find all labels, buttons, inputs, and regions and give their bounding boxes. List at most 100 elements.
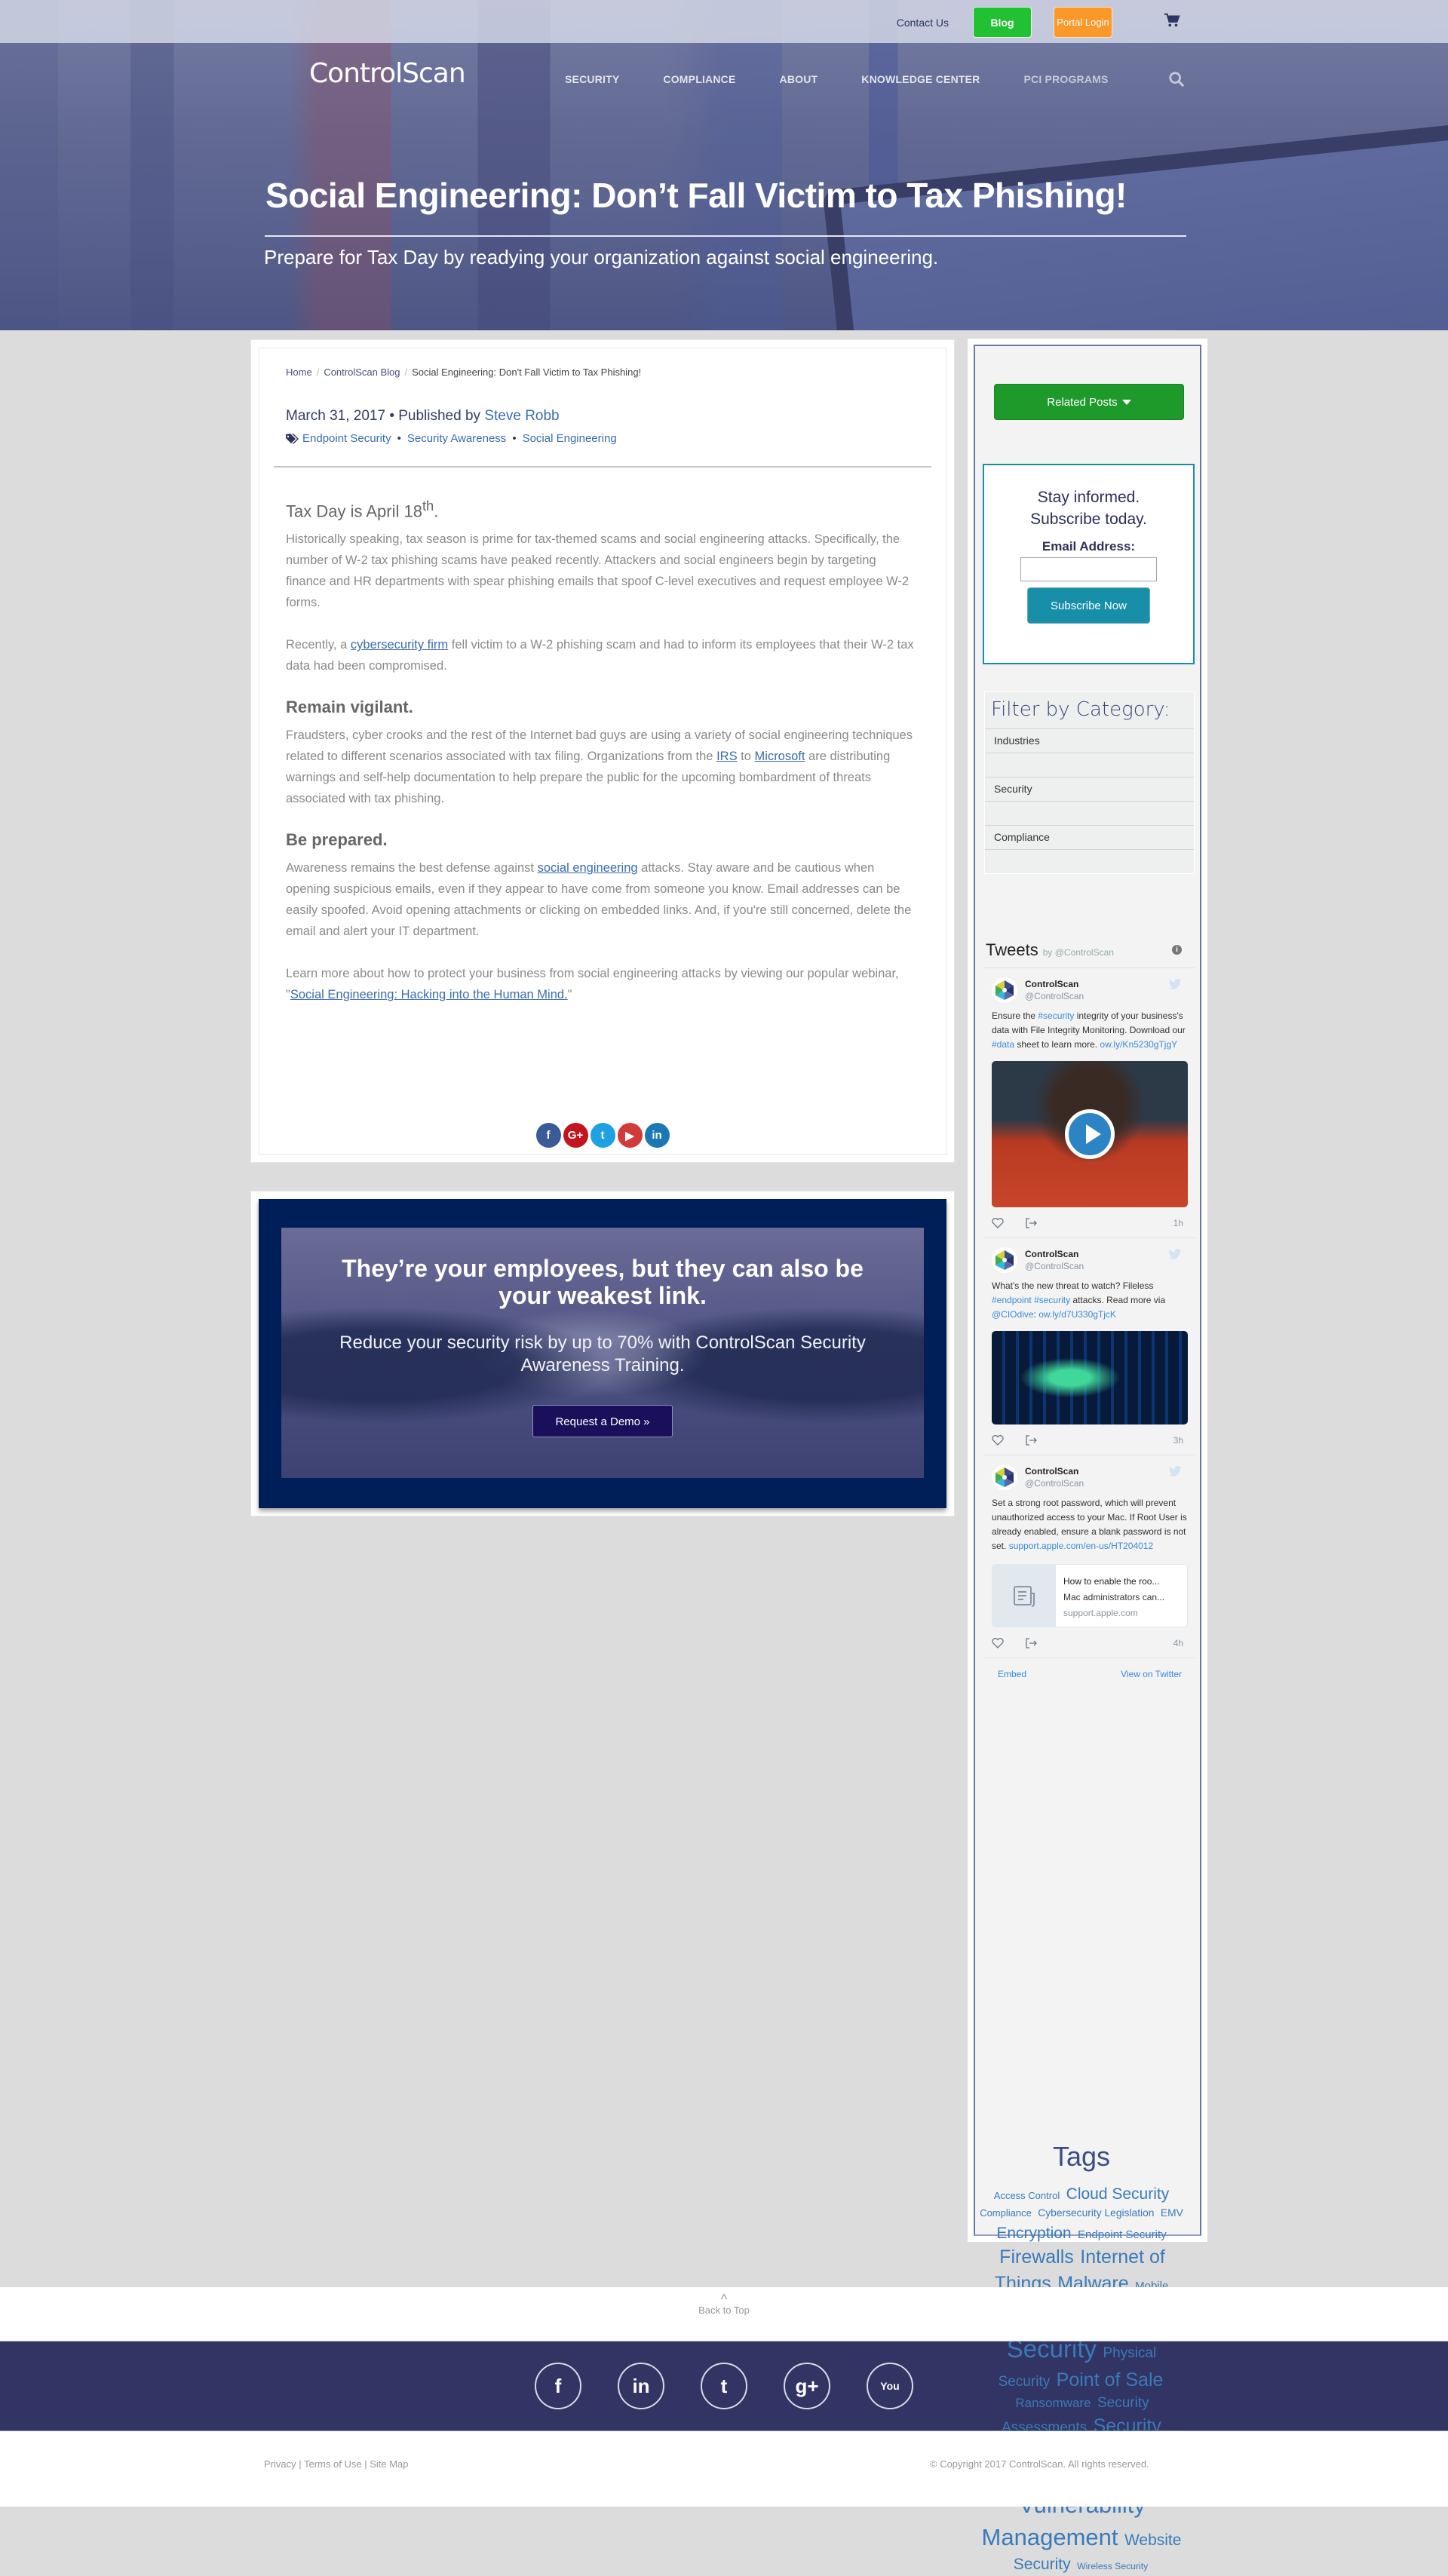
- info-icon[interactable]: i: [1172, 945, 1182, 955]
- nav-knowledge-center[interactable]: KNOWLEDGE CENTER: [861, 73, 980, 85]
- category-link[interactable]: Social Engineering: [523, 432, 617, 445]
- tweet-image-padlock[interactable]: [992, 1331, 1188, 1424]
- author-link[interactable]: Steve Robb: [484, 408, 559, 424]
- irs-link[interactable]: IRS: [716, 750, 738, 763]
- copyright: © Copyright 2017 ControlScan. All rights…: [930, 2458, 1149, 2470]
- breadcrumb-blog[interactable]: ControlScan Blog: [324, 366, 400, 378]
- nav-compliance[interactable]: COMPLIANCE: [663, 73, 735, 85]
- view-on-twitter-link[interactable]: View on Twitter: [1121, 1669, 1182, 1679]
- tag-link[interactable]: Cybersecurity Legislation: [1038, 2207, 1154, 2219]
- tweet-handle[interactable]: @ControlScan: [1025, 1261, 1084, 1271]
- avatar[interactable]: [992, 1464, 1017, 1490]
- related-posts-button[interactable]: Related Posts: [994, 384, 1184, 420]
- tweet-link[interactable]: ow.ly/Kn5230gTjgY: [1100, 1039, 1177, 1050]
- tweet-handle[interactable]: @ControlScan: [1025, 1478, 1084, 1489]
- tag-link[interactable]: Encryption: [996, 2225, 1071, 2242]
- tweet-item[interactable]: ControlScan @ControlScan Ensure the #sec…: [984, 968, 1195, 1238]
- nav-about[interactable]: ABOUT: [780, 73, 818, 85]
- tweet-link[interactable]: ow.ly/d7U330gTjcK: [1038, 1309, 1116, 1320]
- share-icon[interactable]: [1025, 1218, 1037, 1228]
- category-link[interactable]: Security Awareness: [407, 432, 506, 445]
- tag-link[interactable]: Access Control: [994, 2190, 1060, 2201]
- tweet-link[interactable]: #data: [992, 1039, 1014, 1050]
- tweet-video[interactable]: [992, 1061, 1188, 1207]
- footer-linkedin-button[interactable]: in: [618, 2363, 664, 2409]
- like-icon[interactable]: [992, 1435, 1004, 1446]
- filter-item-industries[interactable]: Industries: [985, 728, 1194, 753]
- twitter-bird-icon[interactable]: [1168, 1249, 1182, 1259]
- linkedin-share-button[interactable]: in: [644, 1123, 670, 1148]
- social-engineering-link[interactable]: social engineering: [538, 861, 638, 875]
- filter-item-compliance[interactable]: Compliance: [985, 825, 1194, 849]
- tag-link[interactable]: Firewalls: [999, 2246, 1074, 2268]
- tweet-author[interactable]: ControlScan: [1025, 979, 1084, 989]
- nav-security[interactable]: SECURITY: [565, 73, 619, 85]
- tweet-author[interactable]: ControlScan: [1025, 1249, 1084, 1259]
- privacy-link[interactable]: Privacy: [264, 2458, 296, 2470]
- search-icon[interactable]: [1168, 71, 1185, 87]
- twitter-bird-icon[interactable]: [1168, 1466, 1182, 1477]
- like-icon[interactable]: [992, 1638, 1004, 1648]
- tweet-item[interactable]: ControlScan @ControlScan What's the new …: [984, 1238, 1195, 1455]
- tag-link[interactable]: Cloud Security: [1066, 2185, 1170, 2203]
- category-link[interactable]: Endpoint Security: [302, 432, 391, 445]
- tweet-item[interactable]: ControlScan @ControlScan Set a strong ro…: [984, 1455, 1195, 1658]
- facebook-share-button[interactable]: f: [535, 1123, 561, 1148]
- share-icon[interactable]: [1025, 1435, 1037, 1446]
- facebook-icon: f: [554, 2374, 562, 2397]
- footer-twitter-button[interactable]: t: [701, 2363, 747, 2409]
- share-icon[interactable]: [1025, 1638, 1037, 1648]
- subscribe-now-button[interactable]: Subscribe Now: [1027, 587, 1150, 624]
- timeline-handle-link[interactable]: @ControlScan: [1055, 947, 1114, 958]
- tweet-link[interactable]: support.apple.com/en-us/HT204012: [1009, 1541, 1153, 1551]
- cybersecurity-firm-link[interactable]: cybersecurity firm: [351, 638, 448, 652]
- play-icon[interactable]: [1065, 1109, 1115, 1159]
- portal-login-button[interactable]: Portal Login: [1054, 7, 1112, 38]
- tweet-link-card[interactable]: How to enable the roo... Mac administrato…: [992, 1564, 1188, 1627]
- google-plus-share-button[interactable]: G+: [563, 1123, 588, 1148]
- microsoft-link[interactable]: Microsoft: [755, 750, 805, 763]
- tweet-time[interactable]: 3h: [1173, 1435, 1183, 1446]
- paragraph: Learn more about how to protect your bus…: [286, 967, 899, 1002]
- tweet-link[interactable]: #security: [1038, 1010, 1074, 1021]
- breadcrumb-home[interactable]: Home: [286, 366, 312, 378]
- twitter-bird-icon[interactable]: [1168, 979, 1182, 989]
- email-field[interactable]: [1020, 557, 1157, 581]
- linkedin-icon: in: [652, 1129, 662, 1142]
- tag-link[interactable]: Wireless Security: [1077, 2561, 1148, 2571]
- tag-link[interactable]: Point of Sale: [1057, 2369, 1164, 2390]
- tweet-link[interactable]: #security: [1034, 1295, 1070, 1305]
- contact-us-link[interactable]: Contact Us: [897, 17, 949, 29]
- terms-link[interactable]: Terms of Use: [304, 2458, 362, 2470]
- logo[interactable]: ControlScan: [309, 58, 466, 89]
- cart-button[interactable]: [1164, 12, 1180, 32]
- tag-link[interactable]: Ransomware: [1015, 2396, 1091, 2410]
- youtube-share-button[interactable]: ▶: [617, 1123, 643, 1148]
- main-content: Home / ControlScan Blog / Social Engineering…: [0, 330, 1448, 2573]
- back-to-top[interactable]: ^ Back to Top: [0, 2287, 1448, 2341]
- sitemap-link[interactable]: Site Map: [370, 2458, 408, 2470]
- tweet-time[interactable]: 4h: [1173, 1638, 1183, 1648]
- footer-facebook-button[interactable]: f: [535, 2363, 581, 2409]
- footer-youtube-button[interactable]: You: [867, 2363, 913, 2409]
- tag-link[interactable]: EMV: [1161, 2207, 1183, 2219]
- request-demo-button[interactable]: Request a Demo »: [532, 1405, 673, 1437]
- title-divider: [265, 235, 1186, 237]
- tweet-author[interactable]: ControlScan: [1025, 1466, 1084, 1477]
- webinar-link[interactable]: Social Engineering: Hacking into the Hum…: [290, 988, 568, 1001]
- nav-pci-programs[interactable]: PCI PROGRAMS: [1024, 73, 1109, 85]
- filter-item-security[interactable]: Security: [985, 777, 1194, 801]
- tag-link[interactable]: Endpoint Security: [1078, 2228, 1167, 2241]
- tweet-link[interactable]: #endpoint: [992, 1295, 1032, 1305]
- avatar[interactable]: [992, 1247, 1017, 1273]
- avatar[interactable]: [992, 977, 1017, 1003]
- tweet-time[interactable]: 1h: [1173, 1218, 1183, 1228]
- blog-button[interactable]: Blog: [973, 7, 1032, 38]
- twitter-share-button[interactable]: t: [590, 1123, 615, 1148]
- footer-google-plus-button[interactable]: g+: [784, 2363, 830, 2409]
- like-icon[interactable]: [992, 1218, 1004, 1228]
- tweet-handle[interactable]: @ControlScan: [1025, 991, 1084, 1001]
- tag-link[interactable]: Compliance: [980, 2207, 1032, 2219]
- embed-link[interactable]: Embed: [998, 1669, 1026, 1679]
- tweet-link[interactable]: @CIOdive: [992, 1309, 1034, 1320]
